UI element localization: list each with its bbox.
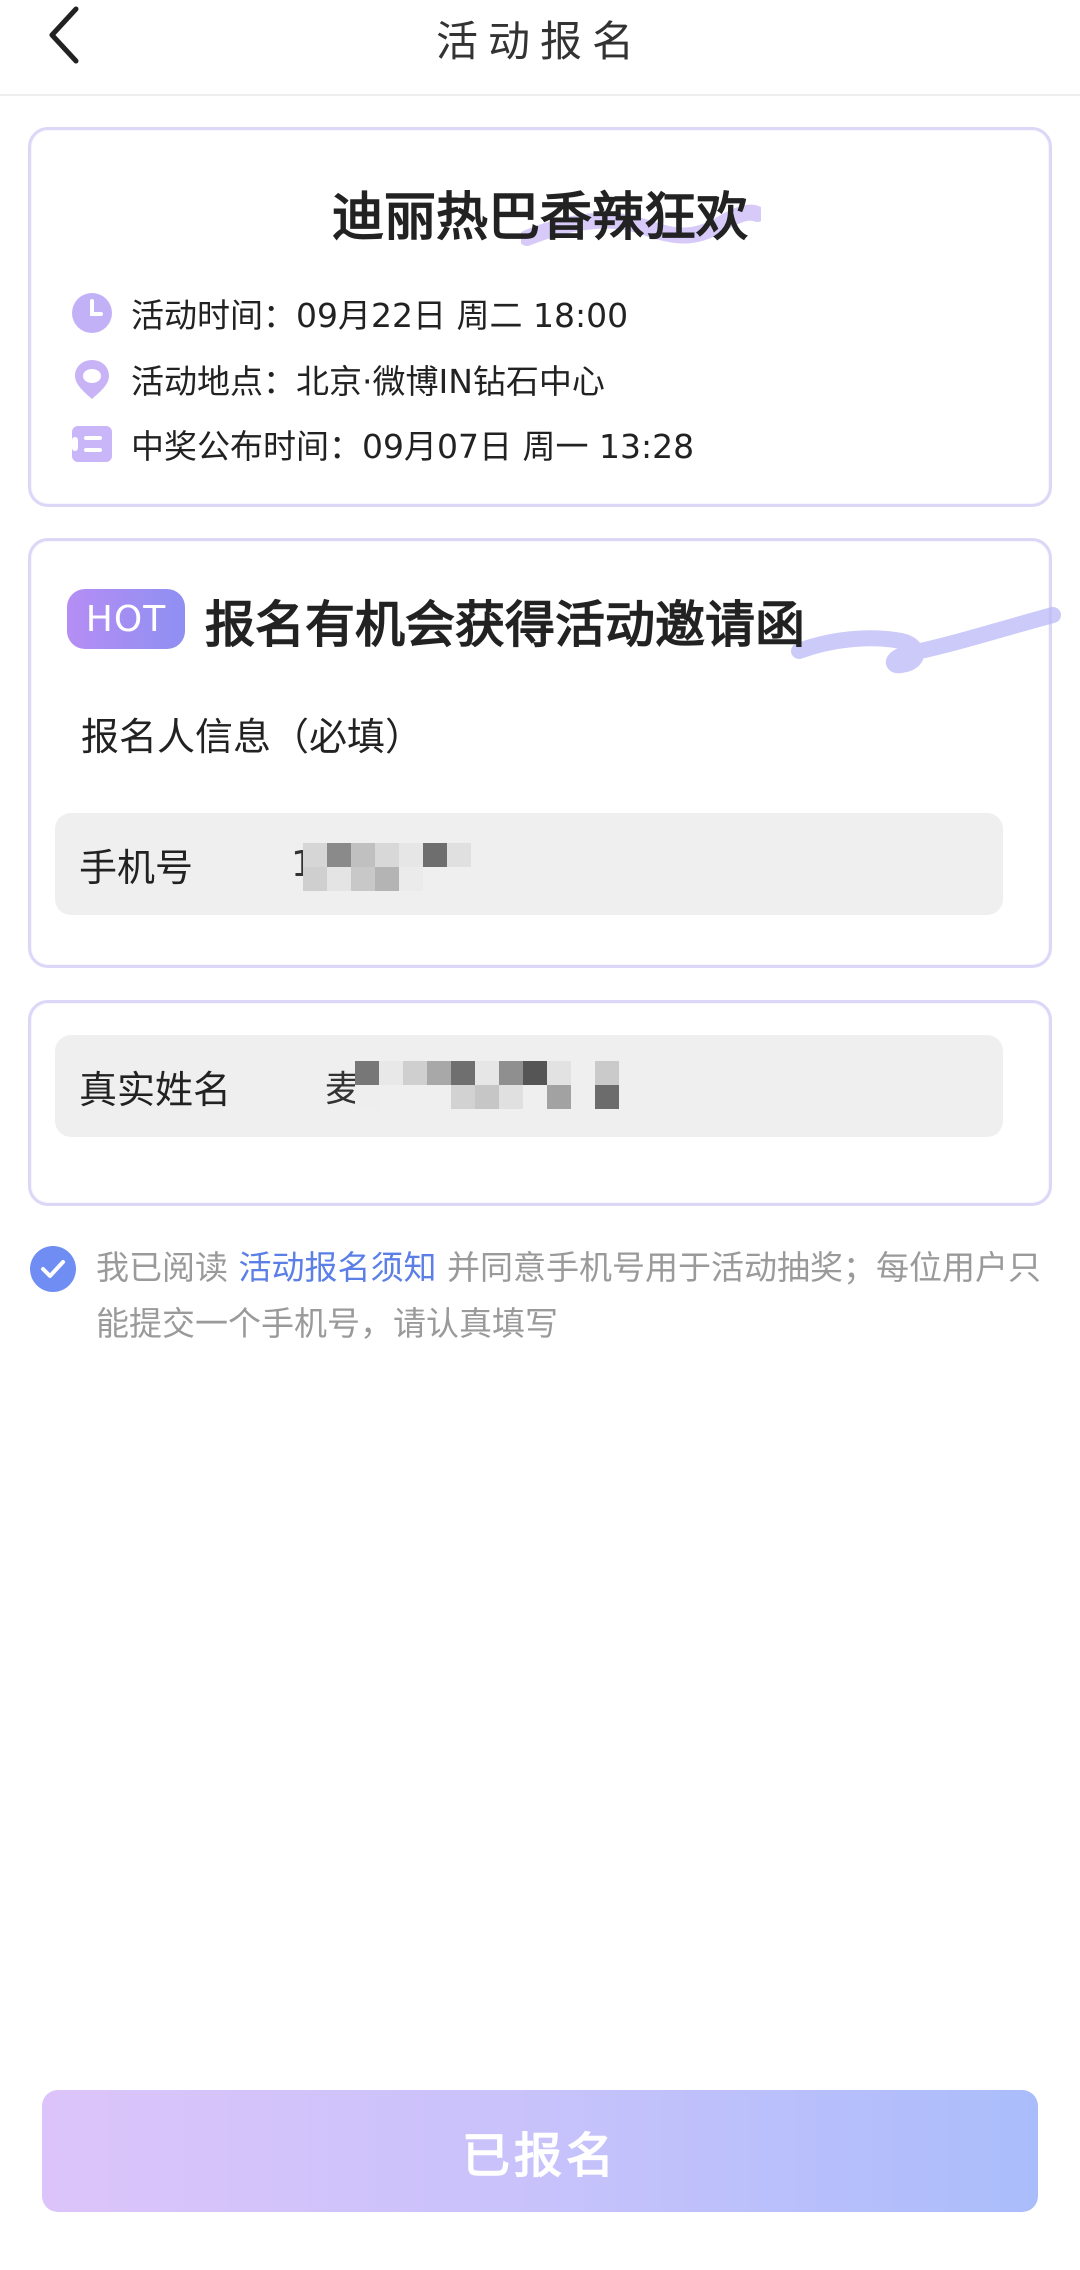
- phone-field-label: 手机号: [79, 845, 194, 890]
- ticket-icon: [69, 421, 115, 467]
- nav-header: 活动报名: [0, 0, 1080, 96]
- checkmark-icon: [41, 1260, 65, 1278]
- announce-time-row: 中奖公布时间： 09月07日 周一 13:28: [69, 419, 694, 469]
- event-title: 迪丽热巴香辣狂欢: [331, 188, 748, 248]
- name-card: 真实姓名 麦: [28, 1000, 1052, 1206]
- privacy-mosaic: [303, 843, 533, 903]
- event-location-value: 北京·微博IN钻石中心: [296, 362, 605, 401]
- location-pin-icon: [69, 356, 115, 402]
- event-info-card: 迪丽热巴香辣狂欢 活动时间： 09月22日 周二 18:00 活动地点： 北京·…: [28, 127, 1052, 507]
- privacy-mosaic: [355, 1061, 655, 1121]
- signup-notice-link[interactable]: 活动报名须知: [239, 1248, 437, 1287]
- announce-time-value: 09月07日 周一 13:28: [362, 427, 695, 466]
- signup-card: HOT 报名有机会获得活动邀请函 报名人信息（必填） 手机号 1: [28, 538, 1061, 968]
- real-name-field[interactable]: 真实姓名 麦: [55, 1035, 1003, 1137]
- decorative-scribble: [791, 607, 1061, 674]
- signup-heading: 报名有机会获得活动邀请函: [205, 596, 805, 654]
- event-time-value: 09月22日 周二 18:00: [296, 296, 629, 335]
- page-title: 活动报名: [435, 17, 644, 66]
- event-location-row: 活动地点： 北京·微博IN钻石中心: [69, 354, 605, 404]
- phone-field[interactable]: 手机号 1: [55, 813, 1003, 915]
- registered-button[interactable]: 已报名: [42, 2090, 1038, 2212]
- clock-icon: [69, 290, 115, 336]
- section-label: 报名人信息（必填）: [81, 715, 424, 759]
- event-time-row: 活动时间： 09月22日 周二 18:00: [69, 288, 628, 338]
- agreement-text: 我已阅读 活动报名须知 并同意手机号用于活动抽奖；每位用户只能提交一个手机号，请…: [96, 1248, 1041, 1343]
- agreement-checkbox[interactable]: [30, 1246, 76, 1292]
- hot-badge: HOT: [67, 589, 185, 649]
- real-name-field-label: 真实姓名: [79, 1067, 232, 1112]
